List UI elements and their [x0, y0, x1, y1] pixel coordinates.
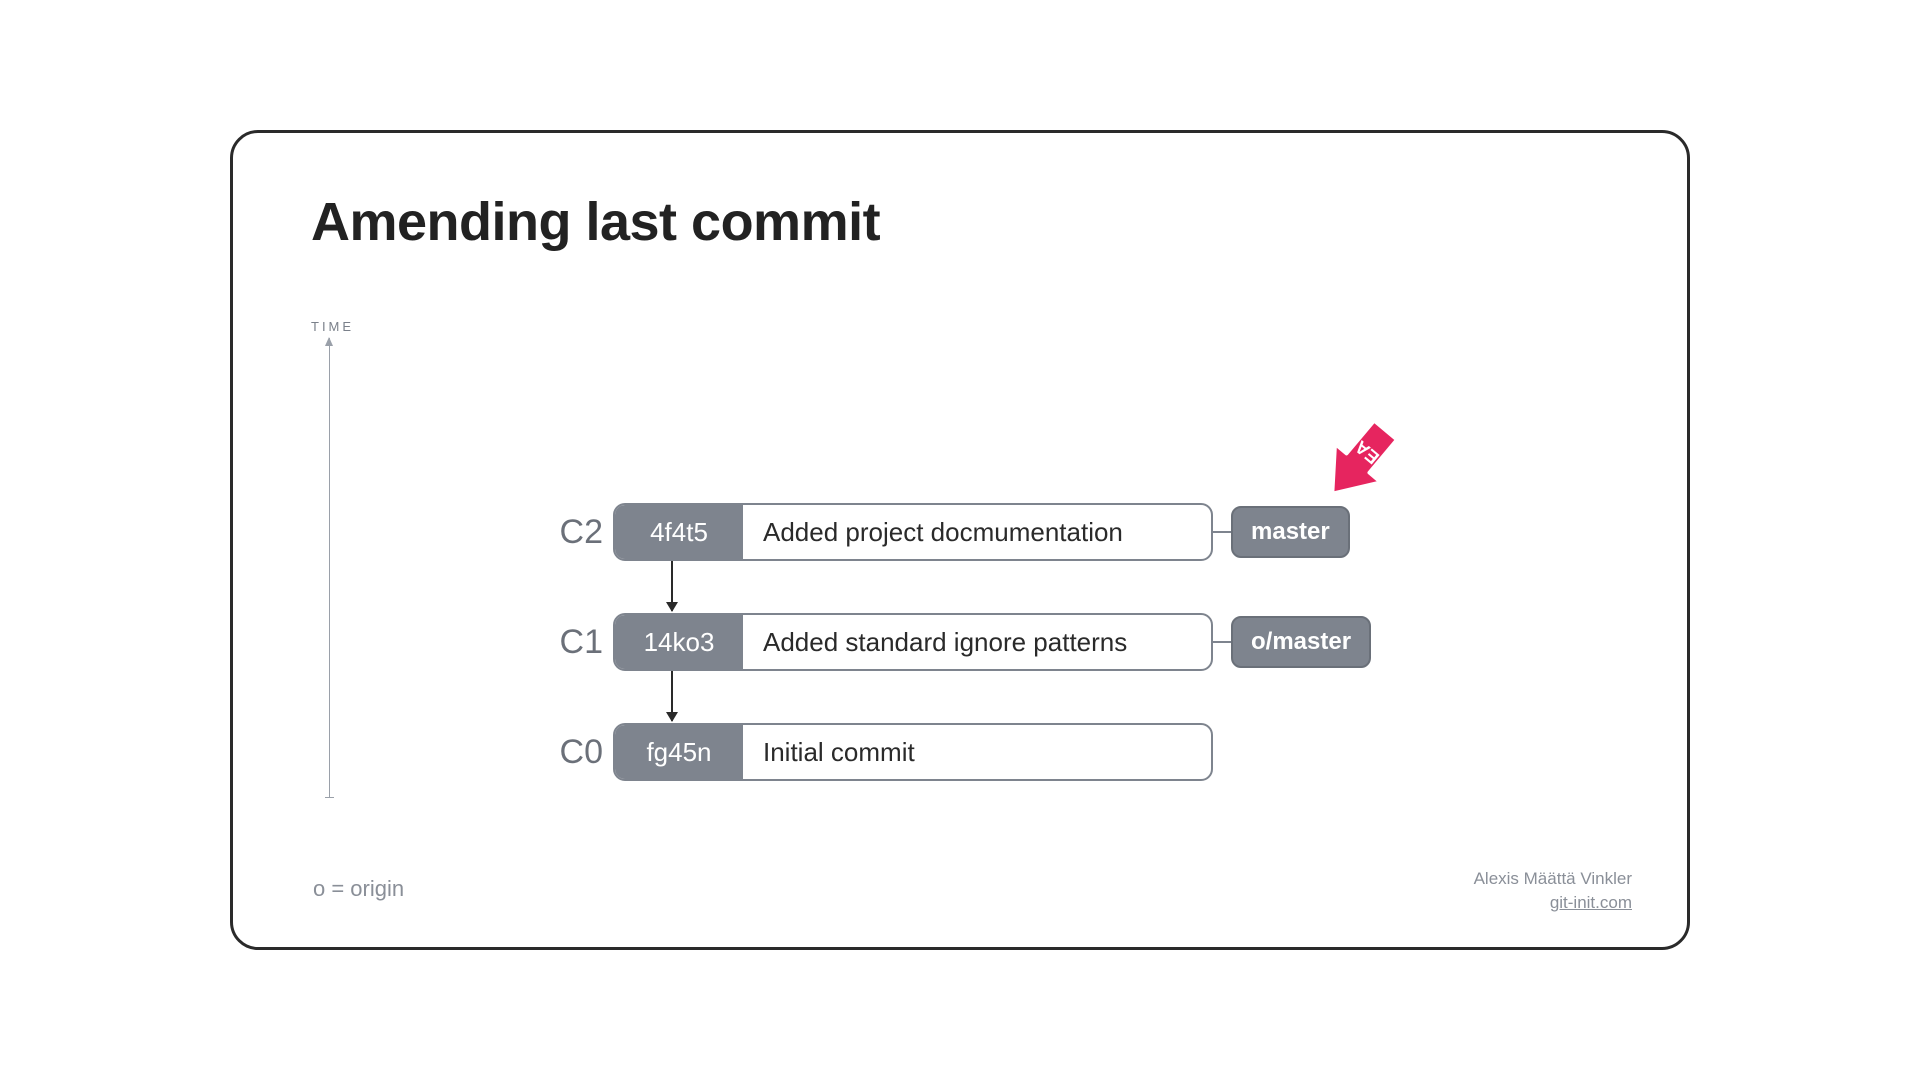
branch-connector [1213, 531, 1231, 533]
parent-arrow-icon [671, 671, 673, 721]
legend-text: o = origin [313, 876, 404, 902]
commit-row-c2: C2 4f4t5 Added project docmumentation ma… [533, 503, 1350, 561]
attribution: Alexis Määttä Vinkler git-init.com [1474, 867, 1632, 915]
commit-label: C2 [533, 513, 603, 552]
author-name: Alexis Määttä Vinkler [1474, 867, 1632, 891]
time-axis-label: TIME [311, 319, 354, 334]
commit-row-c0: C0 fg45n Initial commit [533, 723, 1213, 781]
branch-connector [1213, 641, 1231, 643]
commit-box: 14ko3 Added standard ignore patterns [613, 613, 1213, 671]
branch-tag-master: master [1231, 506, 1350, 558]
commit-message: Added standard ignore patterns [743, 627, 1127, 658]
commit-label: C0 [533, 733, 603, 772]
commit-hash: fg45n [615, 725, 743, 779]
slide-title: Amending last commit [311, 191, 880, 253]
commit-message: Initial commit [743, 737, 915, 768]
commit-hash: 14ko3 [615, 615, 743, 669]
commit-row-c1: C1 14ko3 Added standard ignore patterns … [533, 613, 1371, 671]
head-pointer-icon: HEAD [1293, 408, 1423, 518]
commit-message: Added project docmumentation [743, 517, 1123, 548]
commit-box: 4f4t5 Added project docmumentation [613, 503, 1213, 561]
parent-arrow-icon [671, 561, 673, 611]
branch-tag-origin-master: o/master [1231, 616, 1371, 668]
commit-box: fg45n Initial commit [613, 723, 1213, 781]
author-site: git-init.com [1474, 891, 1632, 915]
head-label: HEAD [1341, 428, 1393, 476]
commit-label: C1 [533, 623, 603, 662]
slide-frame: Amending last commit TIME C2 4f4t5 Added… [230, 130, 1690, 950]
commit-hash: 4f4t5 [615, 505, 743, 559]
time-axis [329, 338, 330, 798]
